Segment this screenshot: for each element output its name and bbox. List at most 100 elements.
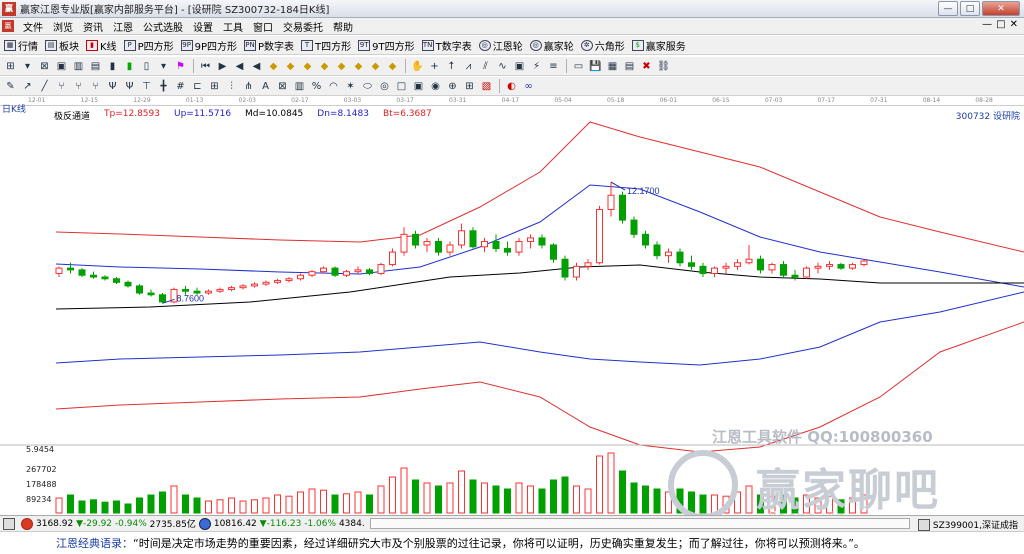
- menu-formula[interactable]: 公式选股: [138, 19, 188, 34]
- lines-icon[interactable]: ≡: [547, 60, 560, 73]
- trident-icon[interactable]: Ψ: [106, 80, 119, 93]
- menu-trade[interactable]: 交易委托: [278, 19, 328, 34]
- layout-icon[interactable]: ⊞: [4, 60, 17, 73]
- diamond6-icon[interactable]: ◆: [352, 60, 365, 73]
- close-button[interactable]: ✕: [982, 1, 1020, 16]
- star-icon[interactable]: ✶: [344, 80, 357, 93]
- fork2-icon[interactable]: ⑂: [72, 80, 85, 93]
- menu-browse[interactable]: 浏览: [48, 19, 78, 34]
- tb-service-button[interactable]: $ 赢家服务: [631, 38, 686, 53]
- percent-icon[interactable]: %: [310, 80, 323, 93]
- arrow-icon[interactable]: ↑: [445, 60, 458, 73]
- tb-gann-wheel-button[interactable]: ◎ 江恩轮: [478, 38, 523, 53]
- gann-grid-icon[interactable]: ⊠: [276, 80, 289, 93]
- maximize-button[interactable]: □: [960, 1, 980, 16]
- window-icon[interactable]: ▭: [572, 60, 585, 73]
- hollow-candle-icon[interactable]: ▯: [140, 60, 153, 73]
- back-icon[interactable]: ◀: [233, 60, 246, 73]
- tb-hexagon-button[interactable]: ✲ 六角形: [580, 38, 625, 53]
- tb-9t-square-button[interactable]: 9T 9T四方形: [358, 38, 415, 53]
- forward-icon[interactable]: ▶: [216, 60, 229, 73]
- box2-icon[interactable]: ▣: [412, 80, 425, 93]
- candle-icon[interactable]: ▮: [106, 60, 119, 73]
- tb-p-square-button[interactable]: P P四方形: [123, 38, 174, 53]
- bars-icon[interactable]: ▥: [293, 80, 306, 93]
- speed-icon[interactable]: ⚡: [530, 60, 543, 73]
- candle-green-icon[interactable]: ▮: [123, 60, 136, 73]
- arc-icon[interactable]: ◠: [327, 80, 340, 93]
- trident2-icon[interactable]: Ψ: [123, 80, 136, 93]
- sheet-icon[interactable]: ▤: [89, 60, 102, 73]
- tb-t-square-button[interactable]: T T四方形: [301, 38, 351, 53]
- grid2-icon[interactable]: ⊞: [208, 80, 221, 93]
- stock-name[interactable]: 300732 设研院: [956, 109, 1020, 122]
- diamond8-icon[interactable]: ◆: [386, 60, 399, 73]
- menu-settings[interactable]: 设置: [188, 19, 218, 34]
- minimize-button[interactable]: —: [938, 1, 958, 16]
- tb-kline-button[interactable]: ▮ K线: [86, 38, 117, 53]
- tb-winner-wheel-button[interactable]: ◎ 赢家轮: [529, 38, 574, 53]
- tb-p-table-button[interactable]: PN P数字表: [244, 38, 294, 53]
- dash-line-icon[interactable]: ╱: [38, 80, 51, 93]
- cross-icon[interactable]: ╋: [157, 80, 170, 93]
- index-selector[interactable]: SZ399001,深证成指: [917, 518, 1018, 531]
- quote-window-icon[interactable]: ⊠: [38, 60, 51, 73]
- dropdown2-icon[interactable]: ▾: [157, 60, 170, 73]
- zigzag-icon[interactable]: ⩘: [462, 60, 475, 73]
- crosshair-icon[interactable]: +: [428, 60, 441, 73]
- mdi-minimize-button[interactable]: —: [982, 19, 992, 30]
- tee-icon[interactable]: ⊤: [140, 80, 153, 93]
- pencil-icon[interactable]: ✎: [4, 80, 17, 93]
- chart-icon[interactable]: ▣: [55, 60, 68, 73]
- tb-9p-square-button[interactable]: 9P 9P四方形: [180, 38, 237, 53]
- bar-chart-icon[interactable]: ▥: [72, 60, 85, 73]
- diamond7-icon[interactable]: ◆: [369, 60, 382, 73]
- fib-icon[interactable]: ⫶: [225, 80, 238, 93]
- tb-board-button[interactable]: ▤ 板块: [45, 38, 79, 53]
- delete-icon[interactable]: ✖: [640, 60, 653, 73]
- ray-icon[interactable]: ↗: [21, 80, 34, 93]
- gann-fan-icon[interactable]: ⋔: [242, 80, 255, 93]
- channel-icon[interactable]: ⫽: [479, 60, 492, 73]
- mdi-restore-button[interactable]: □: [996, 19, 1005, 30]
- step-back-icon[interactable]: ◀: [250, 60, 263, 73]
- target-icon[interactable]: ⊕: [446, 80, 459, 93]
- grid3-icon[interactable]: ⊞: [463, 80, 476, 93]
- text-icon[interactable]: A: [259, 80, 272, 93]
- diamond5-icon[interactable]: ◆: [335, 60, 348, 73]
- diamond-icon[interactable]: ◆: [267, 60, 280, 73]
- menu-tools[interactable]: 工具: [218, 19, 248, 34]
- calendar-icon[interactable]: ▦: [606, 60, 619, 73]
- cycle-icon[interactable]: ∿: [496, 60, 509, 73]
- tb-quotes-button[interactable]: ▦ 行情: [4, 38, 38, 53]
- mdi-close-button[interactable]: ✕: [1010, 19, 1018, 30]
- diamond4-icon[interactable]: ◆: [318, 60, 331, 73]
- bracket-icon[interactable]: ⊏: [191, 80, 204, 93]
- menu-file[interactable]: 文件: [18, 19, 48, 34]
- menu-help[interactable]: 帮助: [328, 19, 358, 34]
- ellipse-icon[interactable]: ⬭: [361, 80, 374, 93]
- circle-icon[interactable]: ◎: [378, 80, 391, 93]
- first-icon[interactable]: ⏮: [199, 60, 212, 73]
- status-grid-icon[interactable]: [3, 517, 15, 530]
- fork3-icon[interactable]: ⑂: [89, 80, 102, 93]
- square-icon[interactable]: □: [395, 80, 408, 93]
- table-icon[interactable]: ▤: [623, 60, 636, 73]
- diamond2-icon[interactable]: ◆: [284, 60, 297, 73]
- fill-icon[interactable]: ▧: [480, 80, 493, 93]
- spiral-icon[interactable]: ◉: [429, 80, 442, 93]
- tb-t-table-button[interactable]: TN T数字表: [421, 38, 472, 53]
- grid-lines-icon[interactable]: #: [174, 80, 187, 93]
- infinity-icon[interactable]: ∞: [522, 80, 535, 93]
- hand-icon[interactable]: ✋: [411, 60, 424, 73]
- diamond3-icon[interactable]: ◆: [301, 60, 314, 73]
- menu-window[interactable]: 窗口: [248, 19, 278, 34]
- link-icon[interactable]: ⛓: [657, 60, 670, 73]
- dropdown-icon[interactable]: ▾: [21, 60, 34, 73]
- box-icon[interactable]: ▣: [513, 60, 526, 73]
- menu-news[interactable]: 资讯: [78, 19, 108, 34]
- color-wheel-icon[interactable]: ◐: [505, 80, 518, 93]
- menu-gann[interactable]: 江恩: [108, 19, 138, 34]
- ticker-scrollbar[interactable]: [370, 518, 910, 529]
- flag-icon[interactable]: ⚑: [174, 60, 187, 73]
